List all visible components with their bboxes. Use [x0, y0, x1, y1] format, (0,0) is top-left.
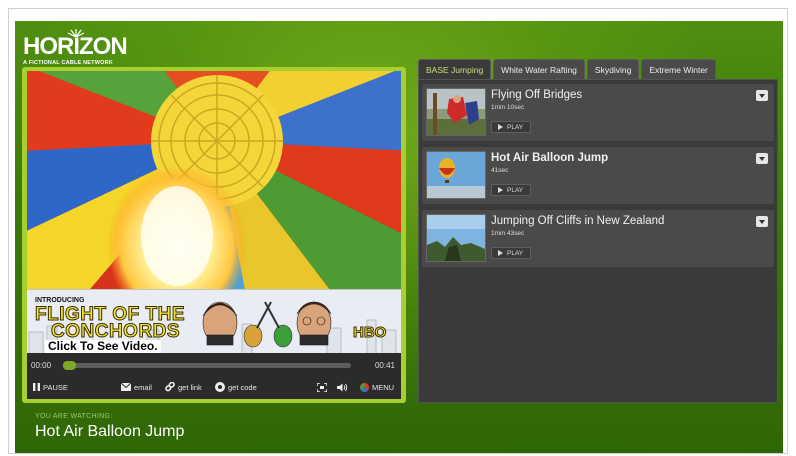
bridge-jump-thumbnail-image — [427, 89, 485, 135]
page-frame: HORIZON A FICTIONAL CABLE NETWORK INTROD… — [8, 8, 788, 454]
play-button[interactable]: PLAY — [491, 247, 531, 259]
get-link-label: get link — [178, 382, 202, 392]
tab-white-water-rafting[interactable]: White Water Rafting — [493, 59, 585, 79]
chevron-down-icon — [759, 157, 765, 161]
now-watching-label: YOU ARE WATCHING: — [35, 413, 113, 420]
pause-icon — [33, 383, 40, 391]
logo-tagline: A FICTIONAL CABLE NETWORK — [23, 60, 113, 66]
video-frame[interactable]: INTRODUCING FLIGHT OF THE CONCHORDS HBO … — [27, 71, 401, 353]
video-title[interactable]: Flying Off Bridges — [491, 89, 582, 101]
fullscreen-icon — [317, 382, 327, 392]
hbo-logo: HBO — [352, 324, 387, 342]
video-options-dropdown[interactable] — [756, 90, 768, 101]
get-code-label: get code — [228, 382, 257, 392]
play-icon — [498, 187, 503, 193]
main-stage: HORIZON A FICTIONAL CABLE NETWORK INTROD… — [15, 21, 783, 453]
video-thumbnail[interactable] — [426, 214, 486, 262]
video-thumbnail[interactable] — [426, 151, 486, 199]
play-label: PLAY — [507, 249, 524, 257]
video-duration: 1min 43sec — [491, 230, 525, 237]
ad-intro-text: INTRODUCING — [35, 297, 85, 304]
video-duration: 41sec — [491, 167, 509, 174]
get-link-button[interactable]: get link — [165, 381, 202, 393]
video-item-flying-off-bridges[interactable]: Flying Off Bridges 1min 10sec PLAY — [422, 84, 774, 141]
email-label: email — [134, 382, 152, 392]
video-title[interactable]: Jumping Off Cliffs in New Zealand — [491, 215, 664, 227]
video-thumbnail[interactable] — [426, 88, 486, 136]
ad-click-to-see-video[interactable]: Click To See Video. — [45, 340, 161, 353]
logo-wordmark: HORIZON — [23, 33, 128, 60]
tab-base-jumping[interactable]: BASE Jumping — [418, 59, 492, 79]
chevron-down-icon — [759, 94, 765, 98]
video-options-dropdown[interactable] — [756, 153, 768, 164]
code-icon — [215, 382, 225, 392]
progress-scrubber[interactable] — [63, 361, 76, 370]
get-code-button[interactable]: get code — [215, 381, 257, 393]
current-time: 00:00 — [31, 361, 52, 370]
play-icon — [498, 124, 503, 130]
play-label: PLAY — [507, 186, 524, 194]
duration-time: 00:41 — [374, 361, 395, 370]
play-button[interactable]: PLAY — [491, 121, 531, 133]
pause-label: PAUSE — [43, 382, 68, 392]
cliffs-thumbnail-image — [427, 215, 485, 261]
color-wheel-icon — [360, 382, 369, 392]
link-icon — [165, 382, 175, 392]
chevron-down-icon — [759, 220, 765, 224]
pause-button[interactable]: PAUSE — [33, 381, 68, 393]
balloon-thumbnail-image — [427, 152, 485, 198]
envelope-icon — [121, 383, 131, 391]
video-item-jumping-off-cliffs[interactable]: Jumping Off Cliffs in New Zealand 1min 4… — [422, 210, 774, 267]
menu-label: MENU — [372, 382, 395, 392]
ad-banner[interactable]: INTRODUCING FLIGHT OF THE CONCHORDS HBO … — [27, 289, 401, 353]
video-player: INTRODUCING FLIGHT OF THE CONCHORDS HBO … — [22, 67, 406, 403]
category-tabs: BASE Jumping White Water Rafting Skydivi… — [418, 59, 716, 79]
now-watching-title: Hot Air Balloon Jump — [35, 423, 185, 440]
video-duration: 1min 10sec — [491, 104, 525, 111]
video-options-dropdown[interactable] — [756, 216, 768, 227]
player-controls: 00:00 00:41 PAUSE email get link get cod… — [27, 353, 401, 399]
tab-extreme-winter[interactable]: Extreme Winter — [641, 59, 716, 79]
progress-bar[interactable] — [63, 361, 351, 370]
play-label: PLAY — [507, 123, 524, 131]
play-icon — [498, 250, 503, 256]
video-playlist: BASE Jumping White Water Rafting Skydivi… — [418, 59, 778, 405]
menu-button[interactable]: MENU — [360, 381, 394, 393]
fullscreen-button[interactable] — [317, 381, 327, 393]
video-list-panel: Flying Off Bridges 1min 10sec PLAY Hot A… — [418, 79, 778, 403]
speaker-icon — [337, 383, 348, 391]
tab-skydiving[interactable]: Skydiving — [586, 59, 640, 79]
email-button[interactable]: email — [121, 381, 152, 393]
video-item-hot-air-balloon-jump[interactable]: Hot Air Balloon Jump 41sec PLAY — [422, 147, 774, 204]
volume-button[interactable] — [337, 381, 348, 393]
horizon-logo[interactable]: HORIZON A FICTIONAL CABLE NETWORK — [23, 29, 128, 66]
video-title[interactable]: Hot Air Balloon Jump — [491, 152, 608, 164]
play-button[interactable]: PLAY — [491, 184, 531, 196]
